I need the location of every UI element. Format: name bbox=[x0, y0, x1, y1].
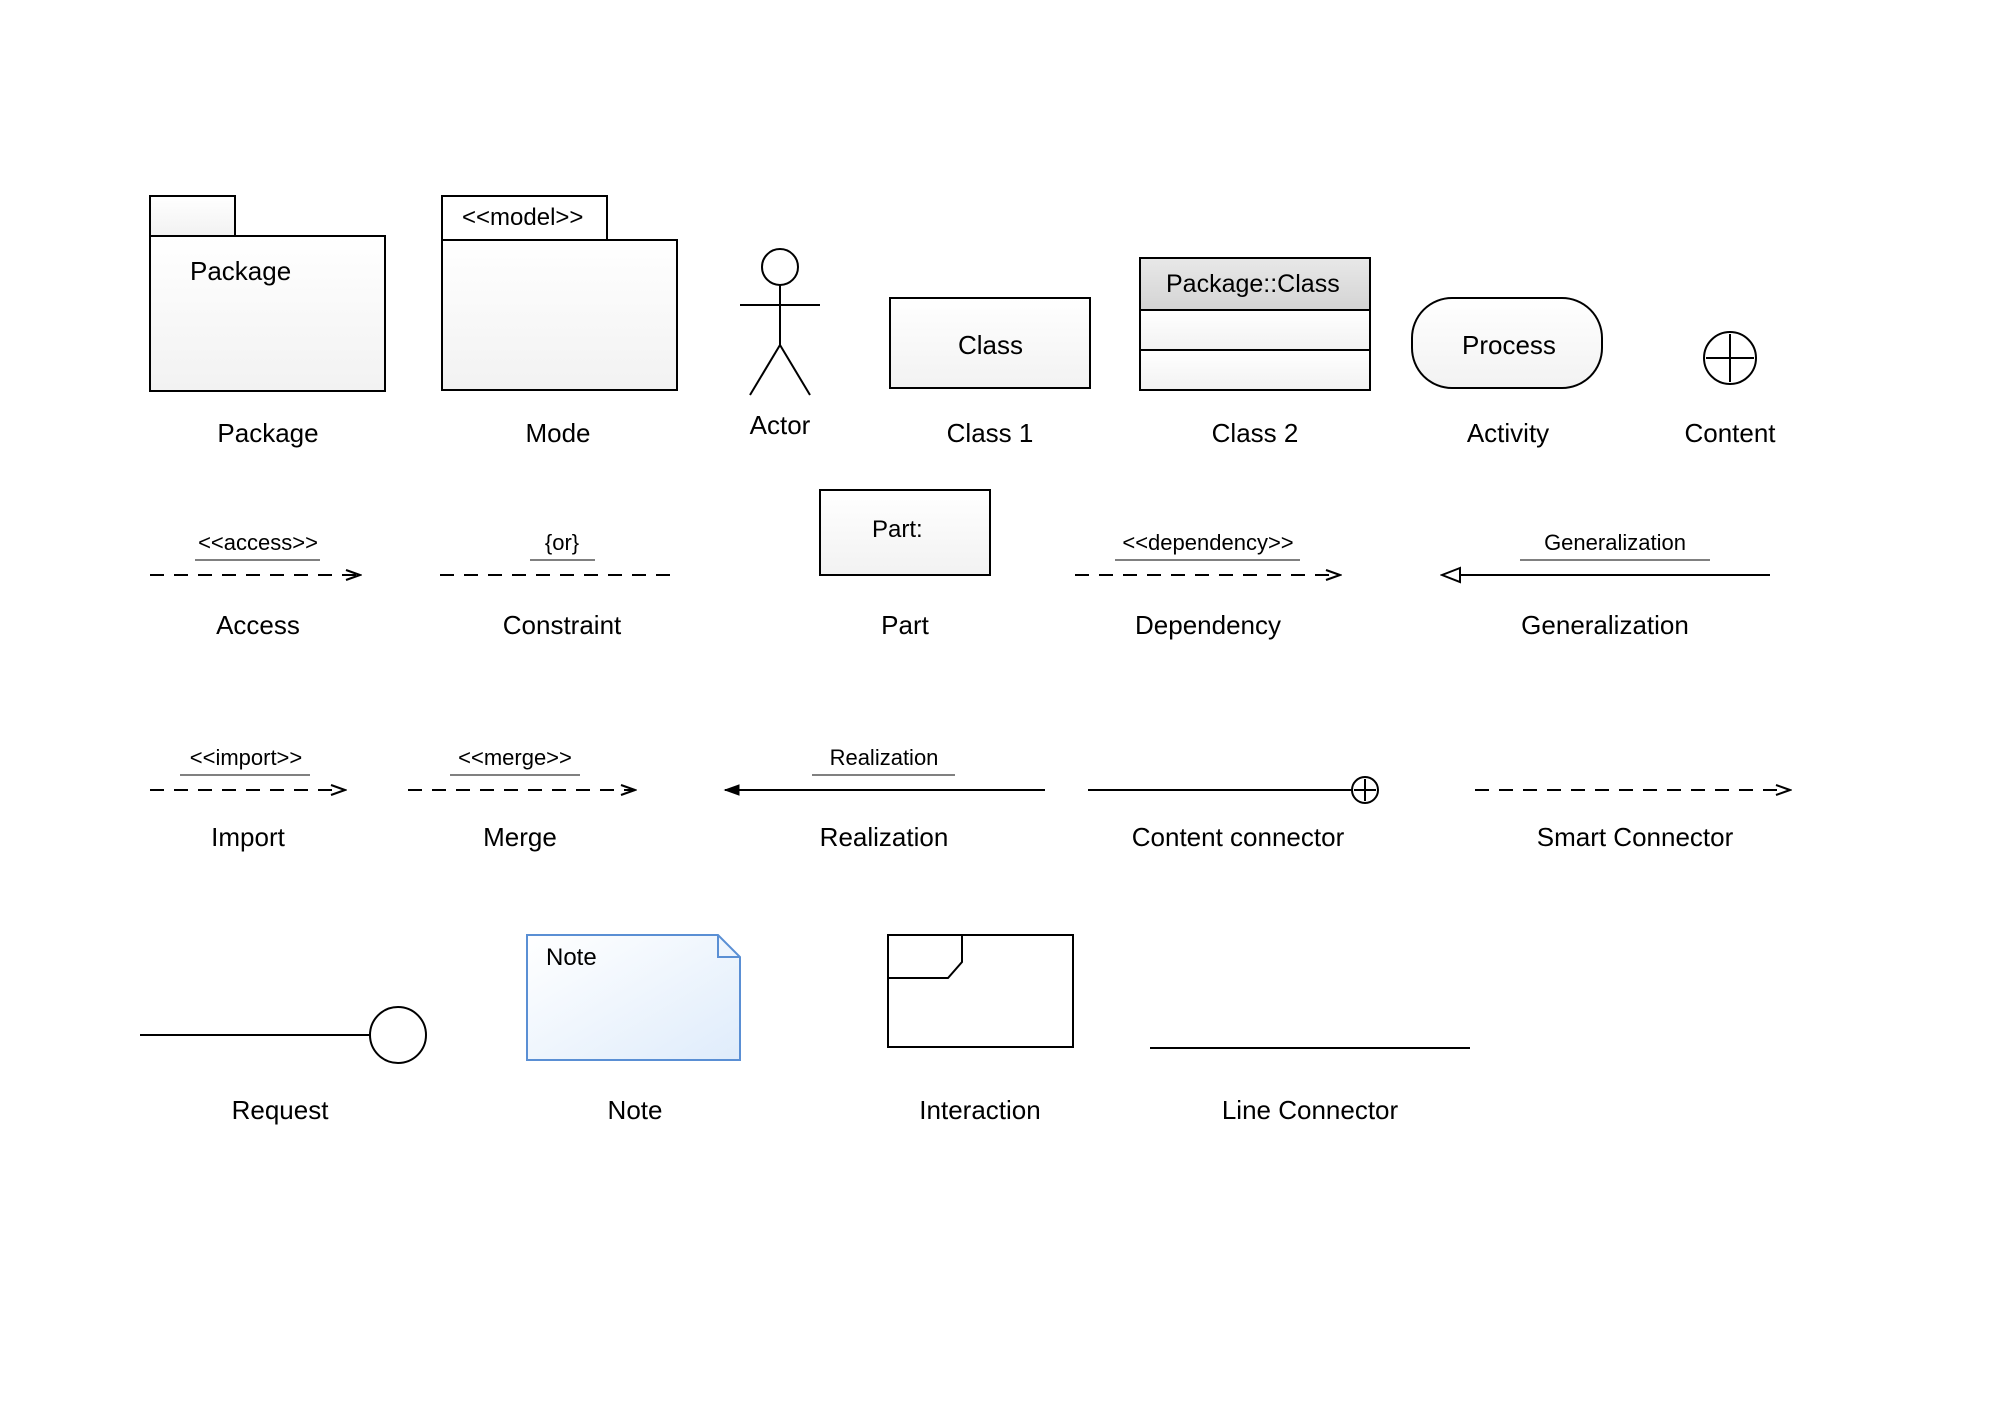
part-inside: Part: bbox=[872, 516, 923, 544]
connector-constraint bbox=[440, 560, 680, 575]
connector-generalization bbox=[1442, 560, 1770, 575]
realization-text: Realization bbox=[830, 745, 939, 771]
merge-text: <<merge>> bbox=[458, 745, 572, 771]
line-conn-cap: Line Connector bbox=[1222, 1095, 1398, 1126]
connector-merge bbox=[408, 775, 635, 790]
smart-conn-cap: Smart Connector bbox=[1537, 822, 1734, 853]
class1-cap: Class 1 bbox=[947, 418, 1034, 449]
diagram-svg bbox=[0, 0, 2000, 1408]
connector-import bbox=[150, 775, 345, 790]
mode-cap: Mode bbox=[525, 418, 590, 449]
access-cap: Access bbox=[216, 610, 300, 641]
package-cap: Package bbox=[217, 418, 318, 449]
dependency-text: <<dependency>> bbox=[1122, 530, 1293, 556]
package-inside: Package bbox=[190, 256, 291, 287]
interaction-cap: Interaction bbox=[919, 1095, 1040, 1126]
shape-package bbox=[150, 196, 385, 391]
activity-inside: Process bbox=[1462, 330, 1556, 361]
constraint-text: {or} bbox=[545, 530, 579, 556]
merge-cap: Merge bbox=[483, 822, 557, 853]
class1-inside: Class bbox=[958, 330, 1023, 361]
note-cap: Note bbox=[608, 1095, 663, 1126]
note-inside: Note bbox=[546, 944, 597, 972]
generalization-text: Generalization bbox=[1544, 530, 1686, 556]
connector-access bbox=[150, 560, 360, 575]
content-conn-cap: Content connector bbox=[1132, 822, 1344, 853]
part-cap: Part bbox=[881, 610, 929, 641]
dependency-cap: Dependency bbox=[1135, 610, 1281, 641]
import-text: <<import>> bbox=[190, 745, 303, 771]
connector-realization bbox=[725, 775, 1045, 790]
realization-cap: Realization bbox=[820, 822, 949, 853]
class2-inside: Package::Class bbox=[1166, 270, 1340, 299]
constraint-cap: Constraint bbox=[503, 610, 622, 641]
shape-content bbox=[1704, 332, 1756, 384]
generalization-cap: Generalization bbox=[1521, 610, 1689, 641]
actor-cap: Actor bbox=[750, 410, 811, 441]
class2-cap: Class 2 bbox=[1212, 418, 1299, 449]
access-text: <<access>> bbox=[198, 530, 318, 556]
shape-interaction bbox=[888, 935, 1073, 1047]
content-cap: Content bbox=[1684, 418, 1775, 449]
connector-request bbox=[140, 1007, 426, 1063]
shape-actor bbox=[740, 249, 820, 395]
activity-cap: Activity bbox=[1467, 418, 1549, 449]
connector-dependency bbox=[1075, 560, 1340, 575]
uml-package-legend: Package <<model>> Class Package::Class P… bbox=[0, 0, 2000, 1408]
request-cap: Request bbox=[232, 1095, 329, 1126]
import-cap: Import bbox=[211, 822, 285, 853]
mode-inside: <<model>> bbox=[462, 204, 583, 232]
